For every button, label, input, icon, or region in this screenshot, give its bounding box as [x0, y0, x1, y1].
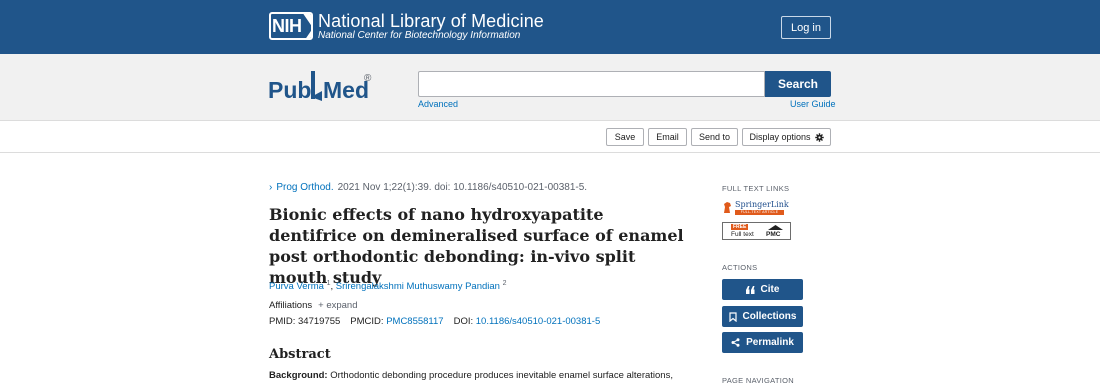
display-options-button[interactable]: Display options [742, 128, 831, 146]
springerlink-name: SpringerLink [735, 200, 789, 209]
authors-list: Purva Verma 1, Srirengalakshmi Muthuswam… [269, 280, 507, 293]
org-title[interactable]: National Library of Medicine [318, 11, 544, 32]
search-input[interactable] [418, 71, 765, 97]
springerlink-button[interactable]: SpringerLink FULL-TEXT ARTICLE [722, 200, 789, 216]
display-options-label: Display options [749, 132, 811, 142]
author-link[interactable]: Srirengalakshmi Muthuswamy Pandian [336, 281, 500, 292]
springer-horse-icon [724, 202, 731, 213]
nih-banner: NIH National Library of Medicine Nationa… [0, 0, 1100, 54]
pmcid-label: PMCID: [350, 316, 384, 327]
affiliations-expand-button[interactable]: + expand [318, 300, 357, 311]
search-button[interactable]: Search [765, 71, 831, 97]
pmc-free-tag: FREE [731, 224, 749, 230]
identifiers-row: PMID: 34719755 PMCID: PMC8558117 DOI: 10… [269, 316, 600, 327]
gear-icon [814, 132, 824, 142]
journal-link[interactable]: Prog Orthod. [276, 182, 333, 193]
save-button[interactable]: Save [606, 128, 644, 146]
collections-label: Collections [742, 311, 797, 322]
send-to-button[interactable]: Send to [691, 128, 738, 146]
email-button[interactable]: Email [648, 128, 687, 146]
share-icon [731, 338, 740, 347]
doi-label: DOI: [453, 316, 474, 327]
login-button[interactable]: Log in [781, 16, 831, 39]
citation-line: › Prog Orthod. 2021 Nov 1;22(1):39. doi:… [269, 182, 587, 193]
cite-button[interactable]: Cite [722, 279, 803, 300]
abstract-text: Background: Orthodontic debonding proced… [269, 370, 673, 381]
author-affiliation-ref[interactable]: 1 [327, 280, 331, 287]
pubmed-logo-pub: Pub [268, 77, 312, 103]
org-subtitle: National Center for Biotechnology Inform… [318, 30, 521, 41]
springerlink-tag: FULL-TEXT ARTICLE [735, 210, 784, 215]
abstract-heading: Abstract [269, 347, 331, 362]
citation-text: 2021 Nov 1;22(1):39. doi: 10.1186/s40510… [337, 182, 588, 193]
chevron-right-icon[interactable]: › [269, 182, 272, 193]
pmcid: PMCID: PMC8558117 [350, 316, 443, 327]
cite-label: Cite [760, 284, 780, 295]
pmc-free-full-text-button[interactable]: FREE Full text PMC [722, 222, 791, 240]
affiliations-row: Affiliations + expand [269, 300, 358, 311]
registered-mark: ® [364, 73, 372, 84]
user-guide-link[interactable]: User Guide [790, 99, 836, 109]
permalink-label: Permalink [746, 337, 794, 348]
page-navigation-heading: PAGE NAVIGATION [722, 376, 795, 384]
nih-logo-text: NIH [272, 16, 302, 36]
pmc-full-text-label: Full text [731, 231, 754, 238]
actions-heading: ACTIONS [722, 263, 758, 272]
pubmed-logo-med: Med [323, 77, 369, 103]
bookmark-outline-icon [728, 311, 737, 322]
abstract-background-label: Background: [269, 370, 328, 381]
pmc-label: PMC [766, 231, 781, 238]
quote-icon [745, 285, 755, 294]
abstract-background-text: Orthodontic debonding procedure produces… [330, 370, 673, 381]
affiliations-label: Affiliations [269, 300, 313, 311]
pmc-building-icon [768, 225, 783, 230]
pmid: PMID: 34719755 [269, 316, 341, 327]
nih-logo[interactable]: NIH [269, 12, 313, 40]
toolbar [0, 121, 1100, 153]
bookmark-icon [311, 71, 322, 101]
author-affiliation-ref[interactable]: 2 [503, 280, 507, 287]
article-title: Bionic effects of nano hydroxyapatite de… [269, 205, 684, 287]
advanced-search-link[interactable]: Advanced [418, 99, 458, 109]
doi-link[interactable]: 10.1186/s40510-021-00381-5 [476, 316, 600, 327]
author-link[interactable]: Purva Verma [269, 281, 324, 292]
collections-button[interactable]: Collections [722, 306, 803, 327]
permalink-button[interactable]: Permalink [722, 332, 803, 353]
full-text-links-heading: FULL TEXT LINKS [722, 184, 790, 193]
pmcid-link[interactable]: PMC8558117 [386, 316, 443, 327]
doi: DOI: 10.1186/s40510-021-00381-5 [454, 316, 601, 327]
